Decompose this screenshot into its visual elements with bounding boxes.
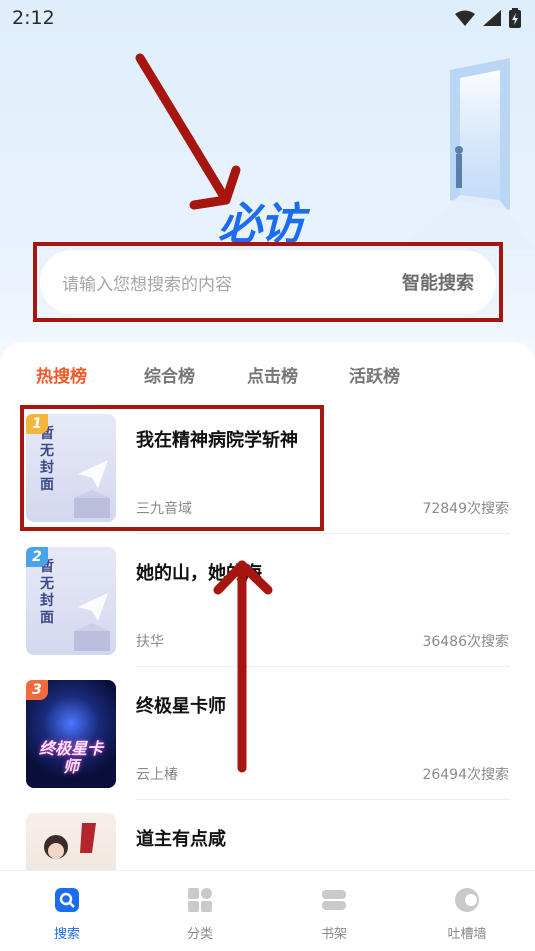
search-input[interactable]: 请输入您想搜索的内容 (62, 270, 232, 295)
battery-icon (509, 8, 521, 28)
hero-door-illustration (400, 58, 535, 250)
list-item[interactable]: 道主有点咸 (0, 813, 535, 870)
tab-hot-search[interactable]: 热搜榜 (36, 362, 87, 387)
tab-active[interactable]: 活跃榜 (349, 362, 400, 387)
nav-category[interactable]: 分类 (170, 885, 230, 942)
search-bar[interactable]: 请输入您想搜索的内容 智能搜索 (40, 250, 496, 314)
rank-badge: 3 (26, 680, 48, 700)
status-icons (455, 8, 521, 28)
bottom-navigation: 搜索 分类 书架 吐槽墙 (0, 870, 535, 951)
rank-badge: 2 (26, 547, 48, 567)
signal-icon (483, 10, 501, 26)
cover-figure-art (44, 823, 96, 859)
status-time: 2:12 (12, 7, 55, 29)
book-title[interactable]: 她的山，她的海 (136, 559, 262, 585)
category-icon (188, 888, 212, 912)
smart-search-button[interactable]: 智能搜索 (402, 269, 474, 295)
list-item[interactable]: 终极星卡师 3 终极星卡师 云上椿 26494次搜索 (0, 680, 535, 813)
divider (136, 533, 510, 534)
list-item[interactable]: 暂无封面 2 她的山，她的海 扶华 36486次搜索 (0, 547, 535, 680)
divider (136, 666, 510, 667)
divider (136, 799, 510, 800)
nav-comment-wall[interactable]: 吐槽墙 (437, 885, 497, 942)
nav-bookshelf[interactable]: 书架 (304, 885, 364, 942)
comment-wall-icon (455, 888, 479, 912)
bookshelf-icon (322, 890, 346, 910)
cover-placeholder-text: 暂无封面 (40, 559, 54, 626)
nav-search[interactable]: 搜索 (37, 885, 97, 942)
tab-overall[interactable]: 综合榜 (144, 362, 195, 387)
search-count: 72849次搜索 (422, 501, 509, 517)
cover-title-art: 终极星卡师 (38, 739, 103, 776)
search-icon (55, 888, 79, 912)
search-count: 26494次搜索 (422, 767, 509, 783)
nav-label: 书架 (320, 927, 347, 942)
paper-plane-icon (74, 593, 110, 651)
nav-label: 分类 (186, 927, 213, 942)
book-title[interactable]: 道主有点咸 (136, 825, 226, 851)
nav-label: 吐槽墙 (447, 927, 487, 942)
wifi-icon (455, 10, 475, 26)
status-bar: 2:12 (0, 0, 535, 36)
nav-label: 搜索 (53, 927, 80, 942)
book-title[interactable]: 终极星卡师 (136, 692, 226, 718)
annotation-item-outline (20, 405, 324, 531)
tab-clicks[interactable]: 点击榜 (247, 362, 298, 387)
book-author: 扶华 (136, 634, 164, 650)
book-cover (26, 813, 116, 870)
book-author: 云上椿 (136, 767, 178, 783)
ranking-tabs: 热搜榜 综合榜 点击榜 活跃榜 (0, 362, 535, 392)
search-count: 36486次搜索 (422, 634, 509, 650)
arrow-to-logo (135, 53, 241, 210)
